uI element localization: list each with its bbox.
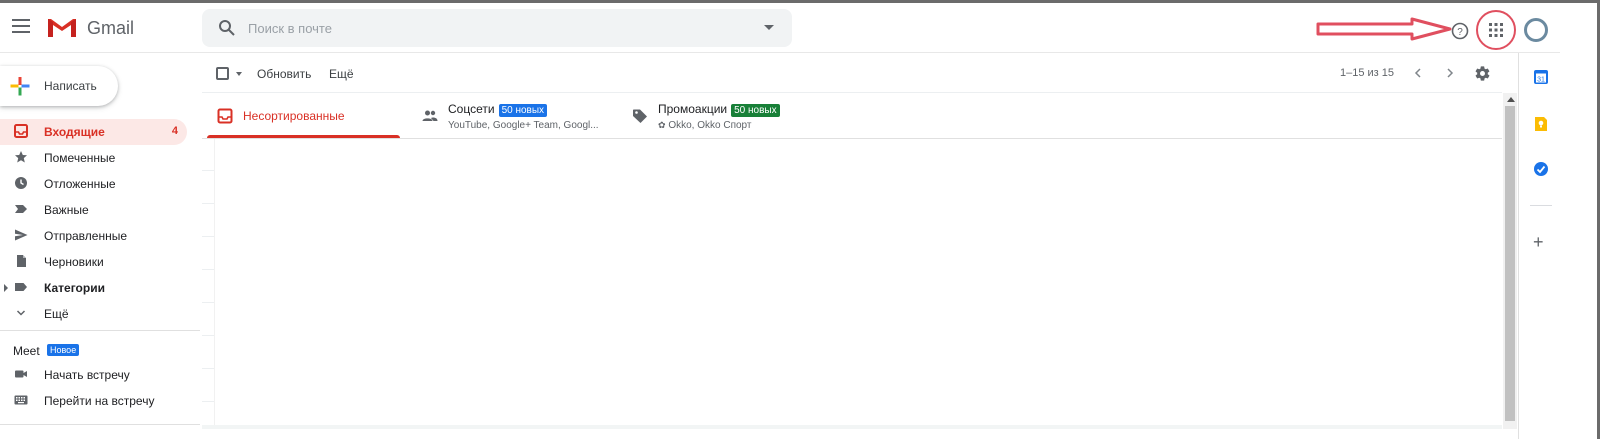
sidebar-item-snoozed[interactable]: Отложенные — [0, 171, 187, 197]
inbox-icon — [217, 108, 233, 124]
tab-subtitle-text: Okko, Okko Спорт — [668, 120, 752, 131]
tab-primary[interactable]: Несортированные — [207, 93, 402, 138]
chevron-right-icon[interactable] — [1443, 66, 1457, 80]
row-divider — [202, 170, 214, 171]
app-name: Gmail — [87, 18, 135, 38]
refresh-button[interactable]: Обновить — [257, 67, 311, 81]
svg-text:31: 31 — [1537, 77, 1545, 84]
video-icon — [15, 370, 27, 378]
sidebar-item-more[interactable]: Ещё — [0, 301, 187, 327]
new-count-badge: 50 новых — [731, 104, 780, 117]
add-addon-icon[interactable]: + — [1533, 232, 1544, 253]
meet-item-label: Перейти на встречу — [44, 394, 155, 408]
search-input[interactable] — [248, 17, 748, 39]
search-options-icon[interactable] — [764, 25, 774, 30]
search-bar[interactable] — [202, 9, 792, 47]
row-divider — [202, 203, 214, 204]
row-divider — [202, 269, 214, 270]
tab-label: Несортированные — [243, 109, 345, 123]
clock-icon — [15, 177, 27, 189]
sidebar-divider — [0, 330, 200, 331]
sidebar-item-label: Важные — [44, 203, 89, 217]
sidebar-item-drafts[interactable]: Черновики — [0, 249, 187, 275]
keyboard-icon — [14, 395, 28, 405]
expand-caret-icon[interactable] — [4, 284, 8, 292]
message-list[interactable] — [214, 139, 1498, 425]
row-divider — [202, 302, 214, 303]
plus-icon — [10, 77, 30, 96]
row-divider — [202, 236, 214, 237]
new-count-badge: 50 новых — [498, 104, 548, 117]
main-menu-button[interactable] — [12, 19, 30, 33]
gmail-logo-icon[interactable] — [46, 17, 78, 39]
svg-text:?: ? — [1457, 27, 1463, 38]
new-badge: Новое — [47, 344, 80, 356]
draft-icon — [17, 255, 26, 267]
chevron-left-icon[interactable] — [1411, 66, 1425, 80]
tab-label-row: Промоакции 50 новых — [658, 102, 780, 117]
unread-count: 4 — [171, 125, 178, 137]
row-divider — [202, 368, 214, 369]
meet-join-meeting[interactable]: Перейти на встречу — [0, 388, 187, 414]
search-icon[interactable] — [218, 19, 236, 37]
tab-subtitle: ✿ Okko, Okko Спорт — [658, 120, 751, 131]
compose-button[interactable]: Написать — [0, 66, 118, 106]
tab-subtitle: YouTube, Google+ Team, Googl... — [448, 120, 599, 131]
meet-item-label: Начать встречу — [44, 368, 130, 382]
apps-grid-icon[interactable] — [1488, 22, 1504, 38]
tab-promotions[interactable]: Промоакции 50 новых ✿ Okko, Okko Спорт — [622, 93, 822, 138]
calendar-icon[interactable]: 31 — [1533, 69, 1549, 85]
help-icon[interactable]: ? — [1451, 22, 1469, 40]
message-list-bottom — [202, 425, 1502, 429]
sidebar-item-sent[interactable]: Отправленные — [0, 223, 187, 249]
side-panel-divider — [1530, 205, 1552, 206]
chevron-down-icon — [16, 310, 26, 316]
sender-logo-icon: ✿ — [658, 120, 666, 130]
compose-label: Написать — [44, 79, 97, 93]
sidebar-item-categories[interactable]: Категории — [0, 275, 187, 301]
sidebar-item-starred[interactable]: Помеченные — [0, 145, 187, 171]
tab-social[interactable]: Соцсети 50 новых YouTube, Google+ Team, G… — [412, 93, 622, 138]
select-options-icon[interactable] — [236, 72, 242, 76]
pagination-info: 1–15 из 15 — [1340, 67, 1395, 79]
row-divider — [202, 401, 214, 402]
tab-label: Соцсети — [448, 102, 495, 116]
label-icon — [15, 283, 27, 291]
sidebar-item-label: Отправленные — [44, 229, 128, 243]
sidebar-item-inbox[interactable]: Входящие 4 — [0, 119, 187, 145]
account-avatar[interactable] — [1524, 18, 1548, 42]
keep-notes-icon[interactable] — [1533, 116, 1549, 132]
app-header: Gmail ? — [0, 3, 1560, 53]
tab-label: Промоакции — [658, 102, 728, 116]
sidebar-item-label: Категории — [44, 281, 105, 295]
sidebar-item-label: Ещё — [44, 307, 69, 321]
more-actions-button[interactable]: Ещё — [329, 67, 354, 81]
send-icon — [15, 229, 28, 241]
sidebar-item-label: Черновики — [44, 255, 104, 269]
gear-icon[interactable] — [1474, 65, 1491, 82]
important-icon — [15, 205, 27, 213]
tag-icon — [633, 109, 647, 123]
tab-label-row: Соцсети 50 новых — [448, 102, 548, 117]
star-icon — [15, 151, 27, 163]
inbox-icon — [14, 124, 28, 138]
scroll-up-icon[interactable] — [1507, 97, 1515, 102]
sidebar-bottom-divider — [0, 424, 200, 425]
meet-start-meeting[interactable]: Начать встречу — [0, 362, 187, 388]
annotation-arrow — [1316, 17, 1452, 41]
scrollbar-thumb[interactable] — [1505, 106, 1515, 421]
sidebar-item-label: Входящие — [44, 125, 105, 139]
people-icon — [422, 110, 438, 121]
select-all-checkbox[interactable] — [216, 67, 229, 80]
sidebar-item-label: Отложенные — [44, 177, 116, 191]
sidebar-item-important[interactable]: Важные — [0, 197, 187, 223]
row-divider — [202, 335, 214, 336]
meet-section-title: Meet — [13, 344, 40, 358]
tasks-icon[interactable] — [1533, 161, 1549, 177]
sidebar-item-label: Помеченные — [44, 151, 116, 165]
